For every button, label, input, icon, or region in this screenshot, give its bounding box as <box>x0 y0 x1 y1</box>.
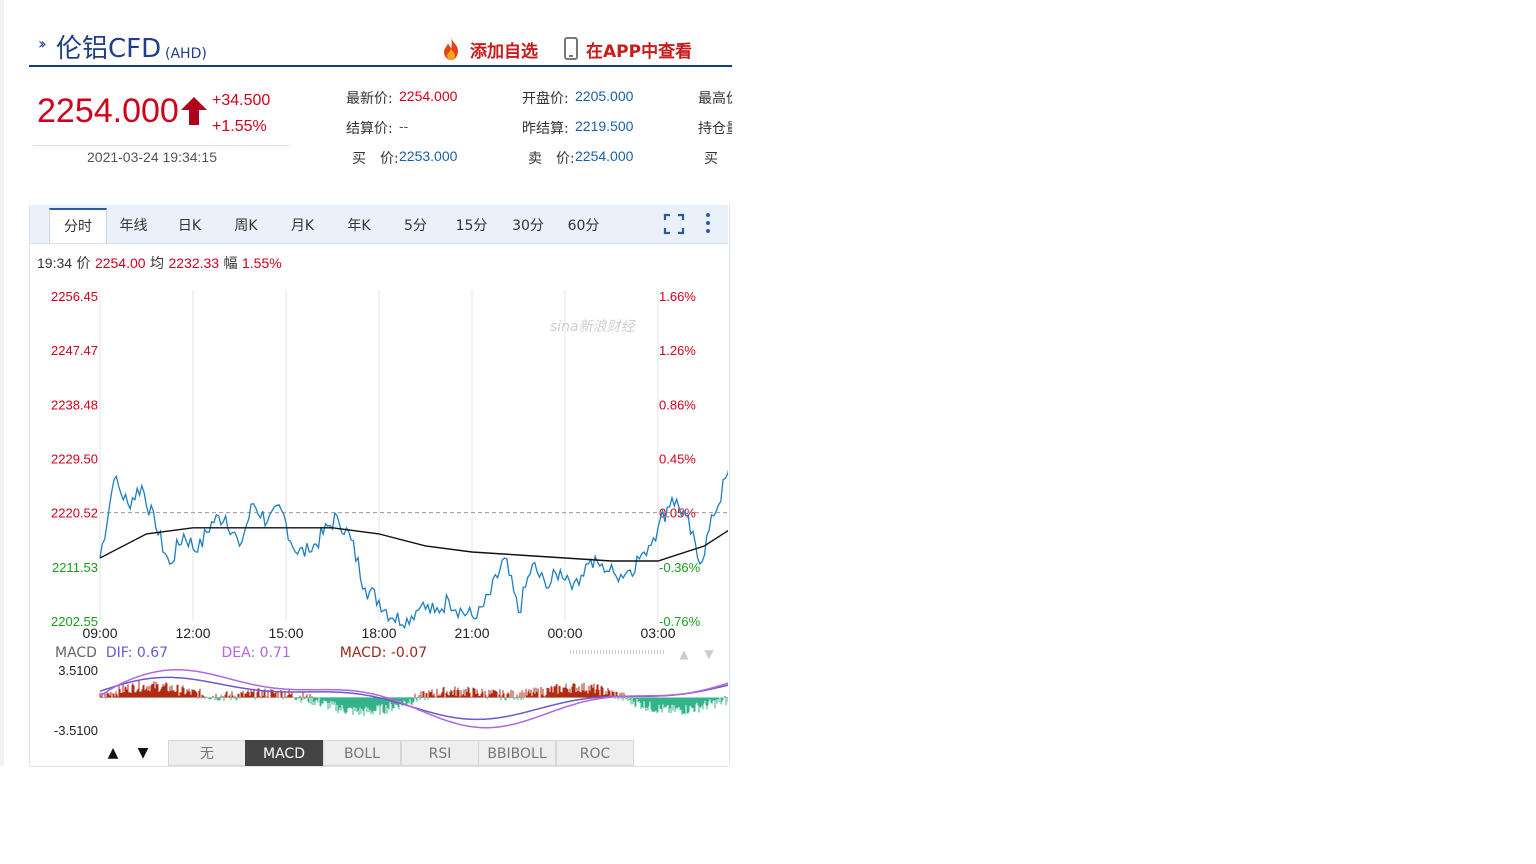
add-watchlist-button[interactable]: 添加自选 <box>438 36 538 62</box>
y-right-tick-3: 0.45% <box>659 452 696 467</box>
indicator-up-button[interactable]: ▲ <box>98 740 128 766</box>
y-right-tick-1: 1.26% <box>659 343 696 358</box>
price-line <box>99 469 728 630</box>
macd-value: MACD: -0.07 <box>339 645 428 661</box>
prev-settle-label: 昨结算: <box>522 121 569 137</box>
open-interest-label: 持仓量 <box>698 121 732 137</box>
x-tick-2: 15:00 <box>268 625 303 641</box>
tab-9[interactable]: 60分 <box>557 209 610 243</box>
tab-8[interactable]: 30分 <box>500 209 556 243</box>
indicator-0[interactable]: 无 <box>168 740 246 766</box>
title-arrows-icon: ›› <box>38 34 47 53</box>
x-tick-5: 00:00 <box>547 625 582 641</box>
latest-value: 2254.000 <box>399 88 458 104</box>
macd-dea: DEA: 0.71 <box>221 645 291 661</box>
macd-dif: DIF: 0.67 <box>105 645 169 661</box>
y-right-tick-5: -0.36% <box>659 560 701 575</box>
x-tick-4: 21:00 <box>454 625 489 641</box>
info-avg-value: 2232.33 <box>168 255 220 271</box>
y-left-tick-5: 2211.53 <box>52 560 98 575</box>
fullscreen-icon[interactable] <box>663 213 685 235</box>
y-left-tick-1: 2247.47 <box>51 343 98 358</box>
ask-value: 2254.000 <box>575 148 634 164</box>
info-price-label: 价 <box>76 256 91 272</box>
chart-info-bar: 19:34 价 2254.00 均 2232.33 幅 1.55% <box>37 253 282 273</box>
instrument-name: 伦铝CFD <box>56 34 162 64</box>
y-left-tick-0: 2256.45 <box>51 289 98 304</box>
panel-bottom-border <box>30 766 729 767</box>
add-watchlist-label: 添加自选 <box>470 41 538 62</box>
watermark: sina新浪财经 <box>550 319 637 335</box>
bid-volume-label: 买 量 <box>704 151 732 167</box>
tab-6[interactable]: 5分 <box>388 209 443 243</box>
indicator-5[interactable]: ROC <box>556 740 634 766</box>
indicator-1[interactable]: MACD <box>245 740 323 766</box>
instrument-code: (AHD) <box>165 46 207 62</box>
high-label: 最高价 <box>698 91 732 107</box>
tab-7[interactable]: 15分 <box>444 209 499 243</box>
x-tick-0: 09:00 <box>82 625 117 641</box>
y-right-tick-0: 1.66% <box>659 289 696 304</box>
tab-5[interactable]: 年K <box>331 209 387 243</box>
info-avg-label: 均 <box>150 256 165 272</box>
macd-scroll-down-icon: ▼ <box>704 647 714 661</box>
macd-name: MACD <box>55 645 97 661</box>
open-label: 开盘价: <box>522 91 569 107</box>
intraday-chart[interactable]: 2256.45 1.66% 2247.47 1.26% 2238.48 0.86% 2229… <box>30 280 728 740</box>
y-left-tick-4: 2220.52 <box>51 506 98 521</box>
macd-y-bottom: -3.5100 <box>54 723 98 738</box>
tab-4[interactable]: 月K <box>275 209 330 243</box>
info-amp-value: 1.55% <box>241 255 282 271</box>
indicator-down-button[interactable]: ▼ <box>128 740 158 766</box>
y-left-tick-2: 2238.48 <box>51 397 98 412</box>
tab-0[interactable]: 分时 <box>49 208 107 243</box>
info-amp-label: 幅 <box>223 256 238 272</box>
info-price-value: 2254.00 <box>94 255 146 271</box>
settle-value: -- <box>399 118 409 134</box>
macd-y-top: 3.5100 <box>58 663 98 678</box>
y-left-tick-3: 2229.50 <box>51 452 98 467</box>
quote-table: 最新价: 2254.000 开盘价: 2205.000 最高价 结算价: -- … <box>0 80 732 180</box>
bid-value: 2253.000 <box>399 148 458 164</box>
macd-scroll-up-icon: ▲ <box>679 647 689 661</box>
latest-label: 最新价: <box>346 91 393 107</box>
bid-label: 买 价: <box>352 151 399 167</box>
avg-line <box>99 527 728 562</box>
macd-header: MACD DIF: 0.67 DEA: 0.71 MACD: -0.07 <box>55 645 427 661</box>
phone-icon <box>564 37 578 60</box>
tab-3[interactable]: 周K <box>218 209 274 243</box>
more-menu-icon[interactable] <box>703 212 713 234</box>
x-tick-6: 03:00 <box>640 625 675 641</box>
y-right-tick-2: 0.86% <box>659 397 696 412</box>
ask-label: 卖 价: <box>528 151 575 167</box>
x-tick-3: 18:00 <box>361 625 396 641</box>
indicator-2[interactable]: BOLL <box>323 740 401 766</box>
info-time: 19:34 <box>37 255 73 271</box>
tab-2[interactable]: 日K <box>162 209 217 243</box>
flame-icon <box>444 38 458 60</box>
open-value: 2205.000 <box>575 88 634 104</box>
header-divider <box>29 65 732 67</box>
view-in-app-button[interactable]: 在APP中查看 <box>562 36 692 62</box>
indicator-4[interactable]: BBIBOLL <box>478 740 556 766</box>
tab-1[interactable]: 年线 <box>106 209 161 243</box>
prev-settle-value: 2219.500 <box>575 118 634 134</box>
view-in-app-label: 在APP中查看 <box>586 41 693 62</box>
indicator-3[interactable]: RSI <box>401 740 479 766</box>
settle-label: 结算价: <box>346 121 393 137</box>
x-tick-1: 12:00 <box>175 625 210 641</box>
